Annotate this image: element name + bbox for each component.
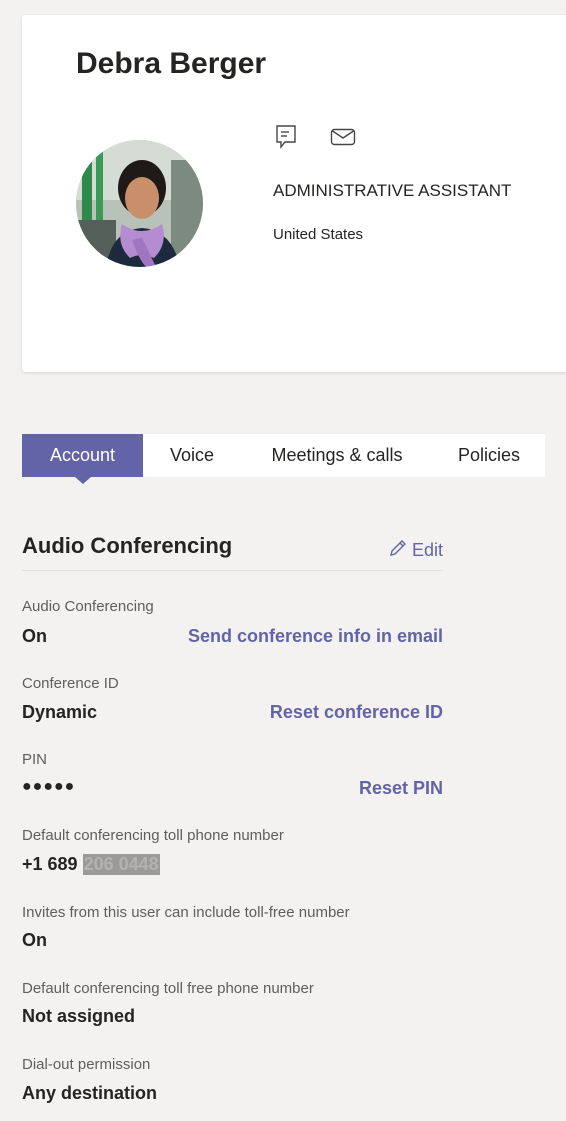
reset-pin-link[interactable]: Reset PIN xyxy=(359,778,443,799)
reset-conference-id-link[interactable]: Reset conference ID xyxy=(270,702,443,723)
edit-button[interactable]: Edit xyxy=(388,538,443,563)
chat-icon[interactable] xyxy=(273,123,301,151)
tab-bar: Account Voice Meetings & calls Policies xyxy=(22,434,545,484)
toll-number-prefix: +1 689 xyxy=(22,854,78,874)
tab-meetings-calls[interactable]: Meetings & calls xyxy=(241,434,433,477)
user-name: Debra Berger xyxy=(76,47,267,80)
audio-conferencing-value: On xyxy=(22,626,47,646)
avatar xyxy=(76,140,203,267)
location: United States xyxy=(273,226,364,243)
toll-free-invites-label: Invites from this user can include toll-… xyxy=(22,904,350,921)
mail-icon[interactable] xyxy=(329,123,357,151)
tab-account[interactable]: Account xyxy=(22,434,143,484)
toll-number-redacted: 206 0448 xyxy=(82,854,160,875)
job-title: ADMINISTRATIVE ASSISTANT xyxy=(273,181,512,200)
toll-free-number-label: Default conferencing toll free phone num… xyxy=(22,980,314,997)
edit-label: Edit xyxy=(412,540,444,560)
toll-number-value: +1 689 206 0448 xyxy=(22,854,160,875)
section-title: Audio Conferencing xyxy=(22,533,233,558)
toll-free-number-value: Not assigned xyxy=(22,1006,136,1026)
dial-out-value: Any destination xyxy=(22,1083,158,1103)
profile-card: Debra Berger ADMINISTRATIVE ASSISTANT Un… xyxy=(22,15,566,372)
conference-id-value: Dynamic xyxy=(22,702,98,722)
send-conference-info-link[interactable]: Send conference info in email xyxy=(188,626,443,647)
pin-value: ●●●●● xyxy=(22,778,76,795)
section-divider xyxy=(22,570,443,571)
dial-out-label: Dial-out permission xyxy=(22,1056,151,1073)
audio-conferencing-label: Audio Conferencing xyxy=(22,598,154,615)
toll-number-label: Default conferencing toll phone number xyxy=(22,827,284,844)
tab-policies[interactable]: Policies xyxy=(433,434,545,477)
pin-label: PIN xyxy=(22,751,48,768)
pencil-icon xyxy=(388,538,408,563)
tab-voice[interactable]: Voice xyxy=(143,434,241,477)
conference-id-label: Conference ID xyxy=(22,675,119,692)
toll-free-invites-value: On xyxy=(22,930,47,950)
